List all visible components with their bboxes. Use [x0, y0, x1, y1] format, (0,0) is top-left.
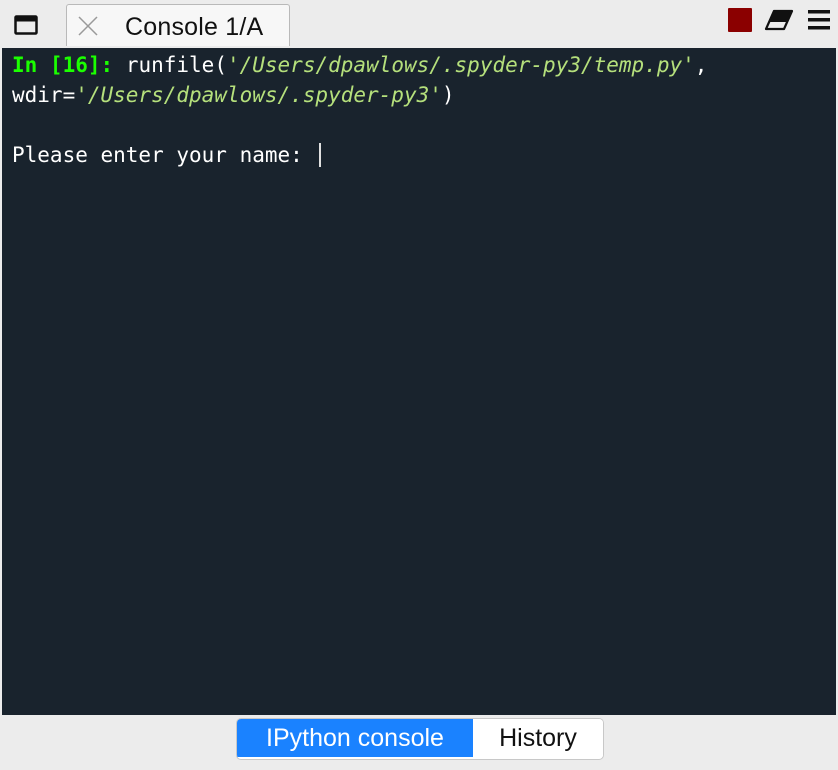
arg-comma: ,: [694, 53, 708, 77]
eraser-icon[interactable]: [764, 9, 794, 31]
tab-label: Console 1/A: [125, 13, 264, 41]
hamburger-menu-icon[interactable]: [806, 8, 832, 32]
ipython-console-output[interactable]: In [16]: runfile('/Users/dpawlows/.spyde…: [2, 48, 836, 715]
wdir-label: wdir=: [12, 83, 76, 107]
filename-arg: '/Users/dpawlows/.spyder-py3/temp.py': [226, 53, 695, 77]
input-prompt-end: ]:: [87, 53, 114, 77]
wdir-arg: '/Users/dpawlows/.spyder-py3': [75, 83, 442, 107]
tab-history[interactable]: History: [473, 719, 603, 757]
stop-icon[interactable]: [728, 8, 752, 32]
name-input-prompt: Please enter your name:: [12, 143, 316, 167]
tab-console-1a[interactable]: Console 1/A: [66, 4, 290, 46]
pane-tabs: IPython console History: [236, 718, 604, 760]
console-line-wdir: wdir='/Users/dpawlows/.spyder-py3'): [12, 80, 836, 110]
close-paren: ): [441, 83, 455, 107]
console-line-input[interactable]: Please enter your name:: [12, 140, 836, 170]
input-prompt-label: In [: [12, 53, 63, 77]
console-tab-bar: Console 1/A: [0, 0, 838, 48]
status-bar: [0, 760, 838, 770]
command-call: runfile(: [113, 53, 227, 77]
input-prompt-number: 16: [62, 53, 88, 77]
text-cursor: [319, 143, 322, 167]
tab-ipython-console[interactable]: IPython console: [237, 719, 473, 757]
close-icon[interactable]: [77, 15, 99, 37]
bottom-tab-bar: IPython console History: [0, 715, 838, 760]
console-line-command: In [16]: runfile('/Users/dpawlows/.spyde…: [12, 50, 836, 80]
undock-button[interactable]: [14, 14, 38, 36]
window-undock-icon: [14, 15, 38, 35]
